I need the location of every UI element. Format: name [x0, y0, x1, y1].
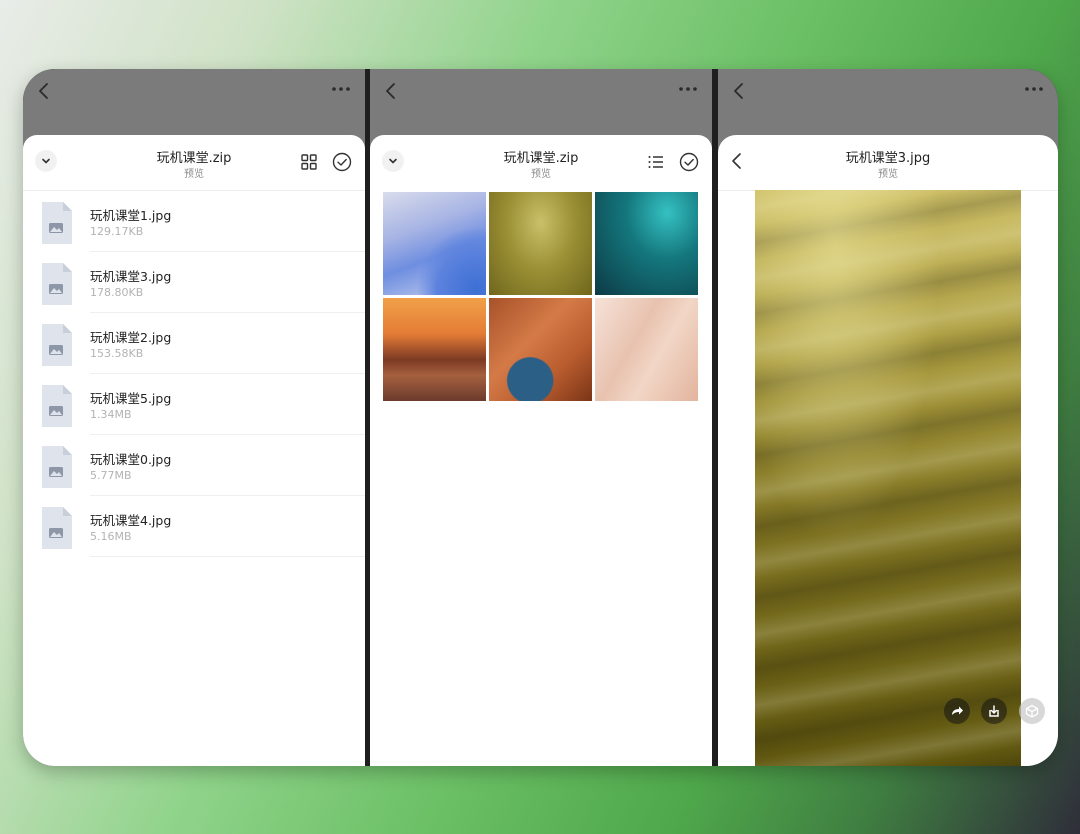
preview-sheet: 玩机课堂.zip 预览 [23, 135, 365, 766]
list-icon[interactable] [646, 152, 666, 172]
share-button[interactable] [944, 698, 970, 724]
image-subtitle: 预览 [878, 169, 898, 180]
image-file-icon [42, 324, 72, 366]
preview-sheet: 玩机课堂.zip 预览 [370, 135, 712, 766]
thumbnail[interactable] [489, 192, 592, 295]
more-horizontal-icon[interactable] [1022, 81, 1046, 97]
list-item[interactable]: 玩机课堂5.jpg 1.34MB [23, 374, 365, 435]
file-name: 玩机课堂4.jpg [90, 513, 172, 528]
file-name: 玩机课堂5.jpg [90, 391, 172, 406]
image-file-icon [42, 385, 72, 427]
open-button[interactable] [1019, 698, 1045, 724]
image-title: 玩机课堂3.jpg [845, 151, 931, 166]
file-size: 5.77MB [90, 469, 132, 482]
thumbnail[interactable] [383, 192, 486, 295]
thumbnail[interactable] [595, 298, 698, 401]
more-horizontal-icon[interactable] [329, 81, 353, 97]
thumbnail[interactable] [383, 298, 486, 401]
top-bar [370, 69, 712, 135]
list-item[interactable]: 玩机课堂3.jpg 178.80KB [23, 252, 365, 313]
file-size: 178.80KB [90, 286, 144, 299]
image-file-icon [42, 202, 72, 244]
top-bar [718, 69, 1058, 135]
save-button[interactable] [981, 698, 1007, 724]
sheet-header: 玩机课堂.zip 预览 [23, 135, 365, 191]
list-item[interactable]: 玩机课堂4.jpg 5.16MB [23, 496, 365, 557]
panel-list-view: 玩机课堂.zip 预览 玩机课堂1.jpg 129.17KB 玩机课堂3.jpg… [23, 69, 365, 766]
chevron-left-icon[interactable] [730, 81, 750, 101]
image-file-icon [42, 507, 72, 549]
sheet-header: 玩机课堂.zip 预览 [370, 135, 712, 190]
sheet-header: 玩机课堂3.jpg 预览 [718, 135, 1058, 191]
cube-icon [1025, 704, 1039, 718]
file-name: 玩机课堂0.jpg [90, 452, 172, 467]
panel-image-viewer: 玩机课堂3.jpg 预览 [718, 69, 1058, 766]
chevron-left-icon[interactable] [382, 81, 402, 101]
share-icon [952, 706, 963, 715]
thumbnail-grid [383, 192, 698, 401]
file-size: 1.34MB [90, 408, 132, 421]
list-item[interactable]: 玩机课堂0.jpg 5.77MB [23, 435, 365, 496]
image-preview-sheet: 玩机课堂3.jpg 预览 [718, 135, 1058, 766]
download-icon [989, 705, 999, 717]
image-file-icon [42, 263, 72, 305]
row-divider [90, 556, 365, 557]
file-name: 玩机课堂2.jpg [90, 330, 172, 345]
file-list: 玩机课堂1.jpg 129.17KB 玩机课堂3.jpg 178.80KB 玩机… [23, 191, 365, 557]
more-horizontal-icon[interactable] [676, 81, 700, 97]
top-bar [23, 69, 365, 135]
list-item[interactable]: 玩机课堂2.jpg 153.58KB [23, 313, 365, 374]
list-item[interactable]: 玩机课堂1.jpg 129.17KB [23, 191, 365, 252]
file-size: 129.17KB [90, 225, 144, 238]
device-frame: 玩机课堂.zip 预览 玩机课堂1.jpg 129.17KB 玩机课堂3.jpg… [23, 69, 1058, 766]
image-file-icon [42, 446, 72, 488]
file-name: 玩机课堂1.jpg [90, 208, 172, 223]
chevron-left-icon[interactable] [35, 81, 55, 101]
file-size: 153.58KB [90, 347, 144, 360]
panel-grid-view: 玩机课堂.zip 预览 [370, 69, 712, 766]
file-size: 5.16MB [90, 530, 132, 543]
grid-icon[interactable] [299, 152, 319, 172]
thumbnail[interactable] [595, 192, 698, 295]
check-circle-icon[interactable] [678, 151, 700, 173]
thumbnail[interactable] [489, 298, 592, 401]
file-name: 玩机课堂3.jpg [90, 269, 172, 284]
check-circle-icon[interactable] [331, 151, 353, 173]
image-preview[interactable] [755, 190, 1021, 766]
